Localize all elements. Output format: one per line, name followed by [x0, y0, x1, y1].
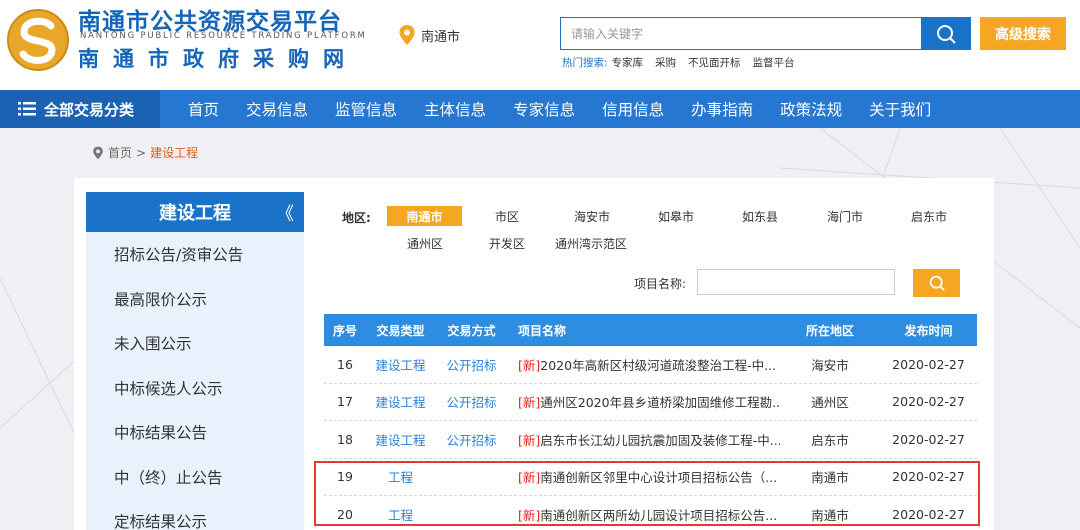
row-number: 17 [337, 394, 353, 410]
nav-home[interactable]: 首页 [188, 98, 219, 120]
row-type-link[interactable]: 建设工程 [366, 430, 435, 449]
breadcrumb-current[interactable]: 建设工程 [150, 144, 198, 161]
column-header: 项目名称 [518, 323, 567, 338]
menu-list-icon [18, 102, 36, 116]
row-number: 16 [337, 356, 353, 372]
main-nav: 全部交易分类 首页 交易信息 监管信息 主体信息 专家信息 信用信息 办事指南 … [0, 90, 1080, 128]
new-tag: [新] [518, 395, 541, 411]
row-region: 海安市 [811, 357, 849, 373]
nav-trade-info[interactable]: 交易信息 [246, 98, 308, 120]
new-tag: [新] [518, 357, 541, 373]
row-project-name: 2020年高新区村级河道疏浚整治工程-中... [540, 357, 777, 373]
sidebar-item-tender-notice[interactable]: 招标公告/资审公告 [86, 232, 304, 277]
row-project-link[interactable]: [新]通州区2020年县乡道桥梁加固维修工程勘... [508, 392, 780, 411]
region-option[interactable]: 如皋市 [643, 206, 709, 226]
table-row[interactable]: 18 建设工程 公开招标 [新]启东市长江幼儿园抗震加固及装修工程-中... 启… [324, 421, 977, 459]
search-icon [929, 275, 945, 291]
breadcrumb-home[interactable]: 首页 [108, 144, 132, 161]
sidebar-item-candidates[interactable]: 中标候选人公示 [86, 366, 304, 411]
search-input[interactable]: 请输入关键字 [560, 17, 922, 50]
project-name-input[interactable] [697, 269, 895, 295]
row-number: 18 [337, 431, 353, 447]
region-option[interactable]: 如东县 [727, 206, 793, 226]
row-method-link[interactable]: 公开招标 [435, 392, 508, 411]
sidebar-item-terminated[interactable]: 中（终）止公告 [86, 455, 304, 500]
sidebar-item-not-shortlisted[interactable]: 未入围公示 [86, 321, 304, 366]
row-project-link[interactable]: [新]2020年高新区村级河道疏浚整治工程-中... [508, 355, 780, 374]
sidebar-title-label: 建设工程 [159, 203, 231, 224]
location-label: 南通市 [421, 29, 461, 45]
table-row[interactable]: 17 建设工程 公开招标 [新]通州区2020年县乡道桥梁加固维修工程勘... … [324, 384, 977, 421]
row-region: 通州区 [811, 395, 849, 411]
region-option[interactable]: 开发区 [474, 233, 540, 253]
location-pin-icon [399, 25, 415, 45]
row-type-link[interactable]: 建设工程 [366, 392, 435, 411]
sidebar: 建设工程 《 招标公告/资审公告 最高限价公示 未入围公示 中标候选人公示 中标… [86, 192, 304, 530]
region-option[interactable]: 通州区 [390, 233, 460, 253]
nav-expert-info[interactable]: 专家信息 [513, 98, 575, 120]
brand-subtitle: 南通市政府采购网 [78, 47, 358, 71]
table-row[interactable]: 16 建设工程 公开招标 [新]2020年高新区村级河道疏浚整治工程-中... … [324, 346, 977, 384]
project-name-label: 项目名称: [634, 277, 687, 291]
column-header: 交易类型 [376, 323, 425, 338]
nav-guide[interactable]: 办事指南 [691, 98, 753, 120]
search-button[interactable] [921, 17, 971, 50]
sidebar-item-award[interactable]: 定标结果公示 [86, 499, 304, 530]
highlight-annotation-box [314, 461, 980, 526]
nav-credit-info[interactable]: 信用信息 [602, 98, 664, 120]
platform-logo-icon[interactable] [6, 8, 70, 72]
region-label: 地区: [342, 211, 371, 225]
row-method-link[interactable]: 公开招标 [435, 355, 508, 374]
row-date: 2020-02-27 [892, 394, 965, 410]
column-header: 交易方式 [447, 323, 496, 338]
hot-search-item[interactable]: 监督平台 [753, 55, 795, 70]
row-region: 启东市 [811, 432, 849, 448]
row-project-name: 通州区2020年县乡道桥梁加固维修工程勘... [540, 395, 780, 411]
nav-supervision-info[interactable]: 监管信息 [335, 98, 397, 120]
hot-search-item[interactable]: 专家库 [612, 55, 644, 70]
region-option[interactable]: 通州湾示范区 [546, 233, 636, 253]
all-categories-label: 全部交易分类 [44, 100, 135, 119]
new-tag: [新] [518, 432, 541, 448]
row-date: 2020-02-27 [892, 431, 965, 447]
nav-about[interactable]: 关于我们 [869, 98, 931, 120]
region-option[interactable]: 海安市 [559, 206, 625, 226]
sidebar-item-max-price[interactable]: 最高限价公示 [86, 277, 304, 322]
hot-search-label: 热门搜索: [562, 57, 608, 69]
table-header: 序号 交易类型 交易方式 项目名称 所在地区 发布时间 [324, 314, 977, 346]
collapse-icon[interactable]: 《 [276, 200, 294, 226]
row-project-link[interactable]: [新]启东市长江幼儿园抗震加固及装修工程-中... [508, 430, 780, 449]
row-project-name: 启东市长江幼儿园抗震加固及装修工程-中... [540, 432, 780, 448]
column-header: 序号 [332, 323, 357, 338]
breadcrumb-separator: > [136, 145, 147, 160]
location-selector[interactable]: 南通市 [398, 24, 460, 46]
hot-search-item[interactable]: 不见面开标 [688, 55, 741, 70]
location-pin-icon [93, 146, 103, 159]
region-option-active[interactable]: 南通市 [387, 206, 462, 226]
sidebar-title: 建设工程 《 [86, 192, 304, 232]
row-type-link[interactable]: 建设工程 [366, 355, 435, 374]
region-option[interactable]: 海门市 [812, 206, 878, 226]
region-option[interactable]: 启东市 [896, 206, 962, 226]
site-header: 南通市公共资源交易平台 NANTONG PUBLIC RESOURCE TRAD… [0, 0, 1080, 90]
search-icon [937, 24, 956, 44]
nav-policy[interactable]: 政策法规 [780, 98, 842, 120]
sidebar-item-results[interactable]: 中标结果公告 [86, 410, 304, 455]
column-header: 所在地区 [805, 323, 854, 338]
all-categories-menu[interactable]: 全部交易分类 [0, 90, 160, 128]
brand-english-title: NANTONG PUBLIC RESOURCE TRADING PLATFORM [80, 31, 367, 41]
nav-entity-info[interactable]: 主体信息 [424, 98, 486, 120]
region-option[interactable]: 市区 [474, 206, 540, 226]
advanced-search-button[interactable]: 高级搜索 [980, 17, 1066, 50]
row-date: 2020-02-27 [892, 356, 965, 372]
breadcrumb: 首页 > 建设工程 [92, 144, 198, 161]
hot-searches: 热门搜索: 专家库 采购 不见面开标 监督平台 [562, 55, 795, 70]
hot-search-item[interactable]: 采购 [655, 55, 676, 70]
column-header: 发布时间 [904, 323, 953, 338]
row-method-link[interactable]: 公开招标 [435, 430, 508, 449]
project-search-button[interactable] [913, 269, 960, 297]
